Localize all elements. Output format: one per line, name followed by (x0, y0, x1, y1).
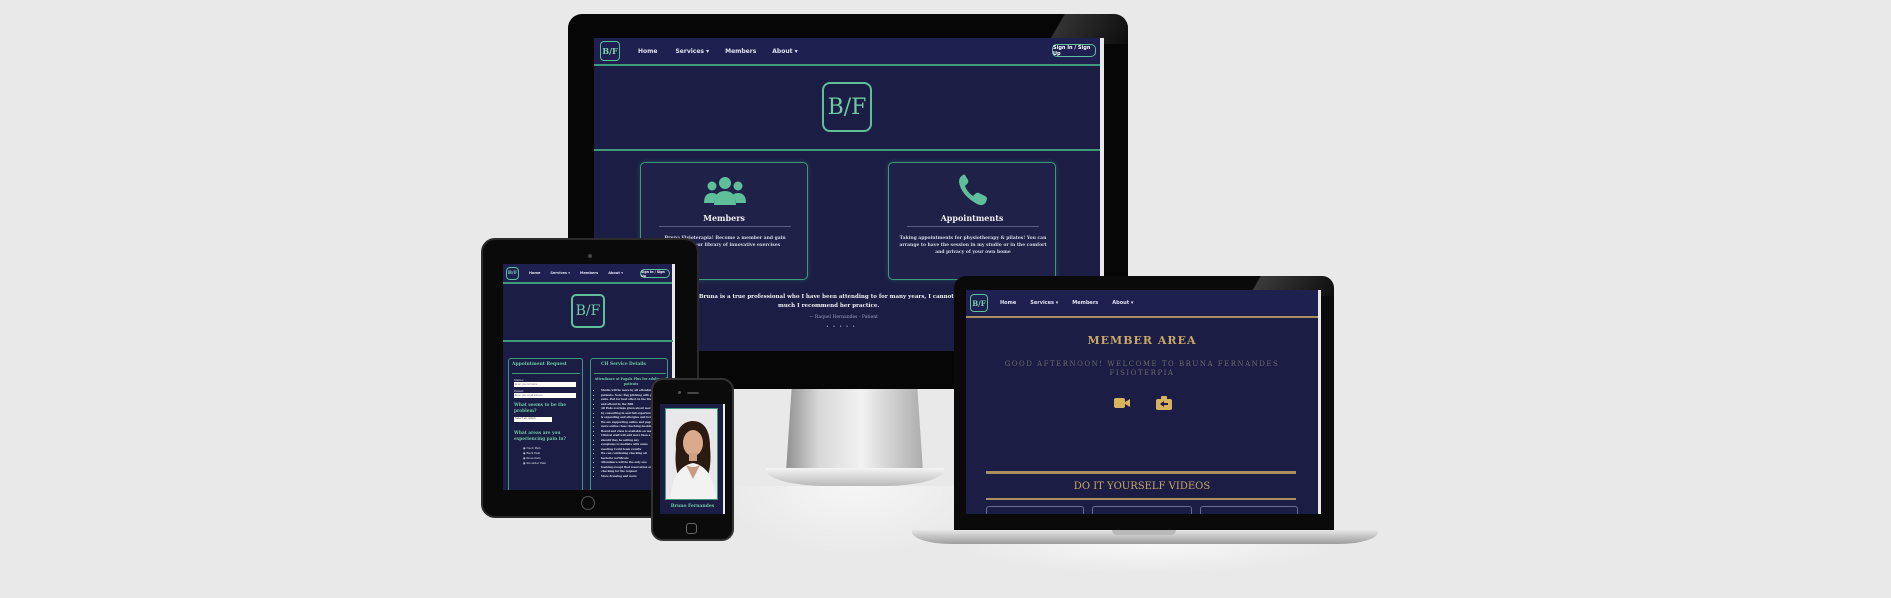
card-divider (907, 226, 1039, 227)
phone-speaker (687, 392, 699, 394)
appointments-text-line: arrange to have the session in my studio… (899, 243, 1047, 248)
scrollbar[interactable] (1318, 290, 1321, 514)
nav-services-label: Services (550, 271, 567, 275)
portrait-image (666, 409, 717, 499)
form-title: Appointment Request (512, 362, 567, 367)
appointment-form: Appointment Request Name: Email: What se… (508, 358, 583, 490)
pain-option[interactable]: ◉ Shoulder Pain (523, 461, 546, 466)
chevron-down-icon: ▾ (568, 271, 570, 275)
video-camera-icon[interactable] (1114, 397, 1130, 409)
phone-screen: Bruno Fernandes (660, 404, 725, 514)
card-divider (659, 226, 791, 227)
nav-about-label: About (608, 271, 620, 275)
monitor-stand (785, 389, 924, 474)
brand-logo: B/F (571, 294, 605, 328)
nav-logo[interactable]: B/F (506, 266, 519, 280)
chevron-down-icon: ▾ (1055, 300, 1059, 306)
nav-about-label: About (772, 47, 793, 55)
nav-home-link[interactable]: Home (529, 271, 540, 275)
email-input[interactable] (514, 393, 576, 398)
pain-option-label: Back Pain (526, 451, 541, 455)
divider (594, 149, 1100, 151)
pain-question: What areas are you experiencing pain in? (514, 431, 566, 442)
nav-members-link[interactable]: Members (1072, 300, 1098, 306)
users-icon (704, 177, 746, 205)
chevron-down-icon: ▾ (794, 47, 798, 55)
nav-logo[interactable]: B/F (970, 294, 988, 312)
pain-options: ◉ Neck Pain ◉ Back Pain ◉ Knee Pain ◉ Sh… (523, 446, 546, 466)
phone-camera (678, 391, 681, 394)
greeting: GOOD AFTERNOON! WELCOME TO BRUNA FERNAND… (966, 360, 1318, 378)
video-card[interactable] (1092, 506, 1192, 514)
video-card[interactable] (1200, 506, 1298, 514)
nav-about-link[interactable]: About ▾ (1112, 300, 1133, 306)
nav-services-link[interactable]: Services ▾ (550, 271, 570, 275)
pain-option-label: Shoulder Pain (526, 461, 547, 465)
nav-logo[interactable]: B/F (600, 41, 620, 61)
tablet-camera (588, 254, 592, 258)
members-card-title: Members (703, 213, 745, 223)
brand-logo: B/F (822, 82, 872, 132)
nav-members-link[interactable]: Members (580, 271, 598, 275)
pain-option-label: Knee Pain (526, 456, 541, 460)
form-divider (512, 373, 580, 374)
phone-icon (959, 174, 987, 206)
desktop-navbar: B/F Home Services ▾ Members About ▾ Sign… (594, 38, 1104, 66)
profile-name: Bruno Fernandes (670, 504, 715, 509)
tablet-screen: B/F Home Services ▾ Members About ▾ Sign… (503, 264, 675, 490)
laptop-notch (1112, 530, 1176, 535)
pain-option-label: Neck Pain (526, 446, 541, 450)
nav-about-label: About (1112, 300, 1130, 306)
appointments-card-text: Taking appointments for physiotherapy & … (893, 235, 1053, 256)
scrollbar[interactable] (723, 404, 725, 514)
diy-videos-title: DO IT YOURSELF VIDEOS (1073, 481, 1211, 492)
appointments-card[interactable]: Appointments Taking appointments for phy… (888, 162, 1056, 280)
switch-camera-icon[interactable] (1156, 396, 1172, 410)
nav-services-label: Services (1030, 300, 1054, 306)
greeting-line: GOOD AFTERNOON! WELCOME TO BRUNA FERNAND… (1004, 360, 1280, 368)
problem-select[interactable]: Select an option (514, 417, 552, 422)
nav-home-link[interactable]: Home (1000, 300, 1016, 306)
video-card[interactable] (986, 506, 1084, 514)
phone-home-button (686, 523, 697, 534)
nav-services-link[interactable]: Services ▾ (675, 48, 709, 55)
tablet-navbar: B/F Home Services ▾ Members About ▾ Sign… (503, 264, 675, 284)
appointments-text-line: Taking appointments for physiotherapy & … (899, 236, 1047, 241)
nav-services-label: Services (675, 47, 704, 55)
appointments-text-line: and privacy of your own home (935, 250, 1011, 255)
divider (503, 340, 673, 342)
signin-button[interactable]: Sign In / Sign Up (640, 269, 670, 278)
signin-button[interactable]: Sign In / Sign Up (1052, 44, 1096, 57)
service-divider (594, 373, 666, 374)
member-area-title: MEMBER AREA (1087, 334, 1197, 347)
nav-members-link[interactable]: Members (725, 48, 756, 55)
nav-home-link[interactable]: Home (638, 48, 657, 55)
chevron-down-icon: ▾ (706, 47, 710, 55)
carousel-indicators[interactable]: • • • • • (826, 324, 856, 330)
greeting-line: FISIOTERPIA (1109, 369, 1175, 377)
problem-question: What seems to be the problem? (514, 403, 566, 414)
tablet-home-button (581, 496, 595, 510)
testimonial-author: — Raquel Hernandes - Patient (809, 315, 878, 320)
profile-photo (665, 408, 718, 500)
appointments-card-title: Appointments (940, 213, 1004, 223)
service-title: CH Service Details (601, 362, 646, 367)
laptop-screen: B/F Home Services ▾ Members About ▾ MEMB… (966, 290, 1321, 514)
gold-divider (986, 471, 1296, 474)
monitor-base (766, 468, 944, 486)
chevron-down-icon: ▾ (621, 271, 623, 275)
chevron-down-icon: ▾ (1130, 300, 1134, 306)
monitor-reflection (720, 486, 990, 556)
name-input[interactable] (514, 382, 576, 387)
gold-divider (986, 498, 1296, 500)
nav-about-link[interactable]: About ▾ (772, 48, 797, 55)
laptop-reflection (958, 544, 1338, 574)
laptop-navbar: B/F Home Services ▾ Members About ▾ (966, 290, 1321, 318)
nav-services-link[interactable]: Services ▾ (1030, 300, 1058, 306)
nav-about-link[interactable]: About ▾ (608, 271, 623, 275)
